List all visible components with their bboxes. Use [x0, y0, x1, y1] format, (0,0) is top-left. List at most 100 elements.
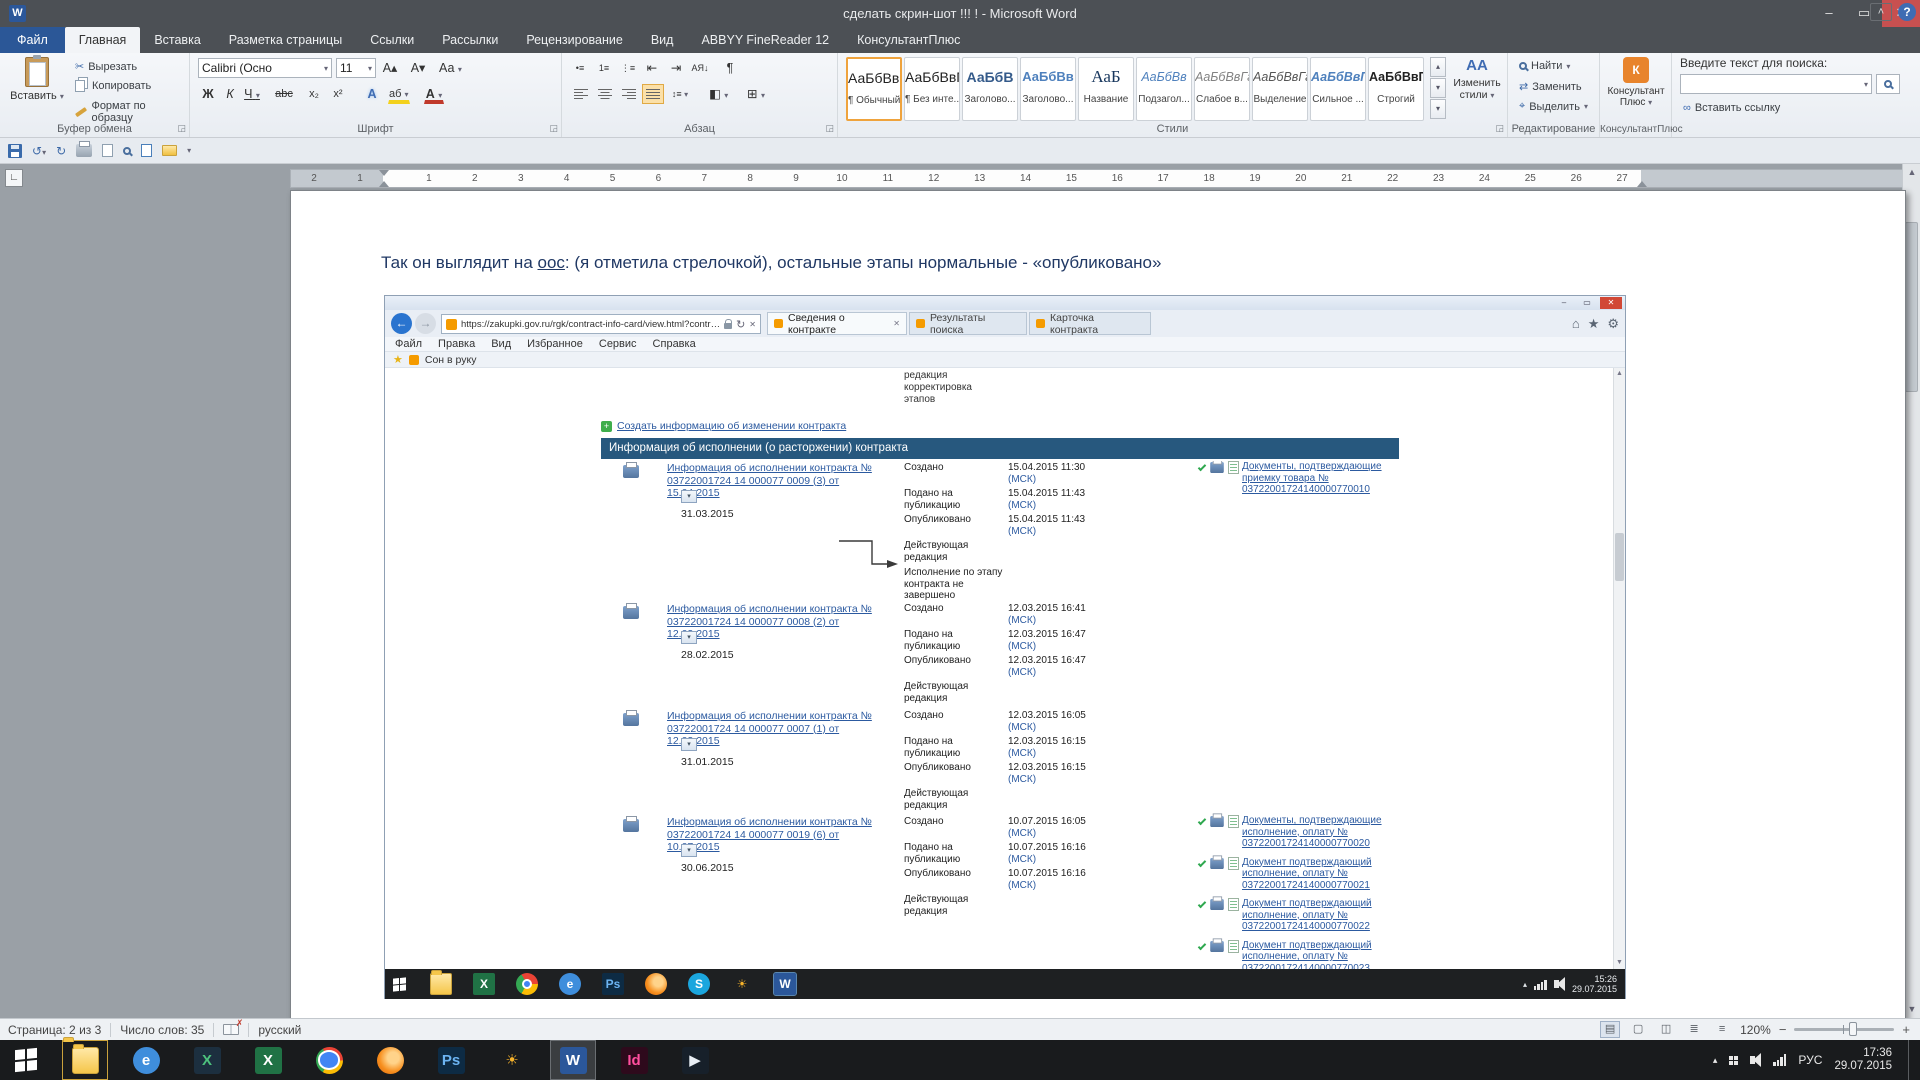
- menu-item[interactable]: Справка: [653, 338, 696, 350]
- consultant-search-combo[interactable]: ▾: [1680, 74, 1872, 94]
- bold-button[interactable]: Ж: [198, 84, 218, 104]
- undo-button[interactable]: ↺▾: [32, 144, 46, 158]
- consultant-search-input[interactable]: [1684, 77, 1844, 91]
- format-painter-button[interactable]: Формат по образцу: [72, 99, 189, 125]
- menu-item[interactable]: Файл: [395, 338, 422, 350]
- dialog-launcher[interactable]: ◲: [825, 123, 834, 134]
- execution-info-link[interactable]: Информация об исполнении контракта № 037…: [667, 603, 877, 641]
- dialog-launcher[interactable]: ◲: [1495, 123, 1504, 134]
- document-link[interactable]: Документы, подтверждающие приемку товара…: [1242, 461, 1399, 496]
- internet-explorer[interactable]: e: [123, 1040, 169, 1080]
- gallery-up-button[interactable]: ▴: [1430, 57, 1446, 77]
- sort-button[interactable]: АЯ↓: [690, 58, 710, 78]
- highlight-color-button[interactable]: аб ▾: [388, 84, 410, 104]
- help-icon[interactable]: ?: [1898, 3, 1916, 21]
- open-button[interactable]: [162, 145, 177, 156]
- print-icon[interactable]: [1210, 857, 1224, 868]
- action-center-icon[interactable]: [1729, 1056, 1738, 1065]
- create-contract-change-link[interactable]: Создать информацию об изменении контракт…: [617, 420, 846, 432]
- scrollbar-thumb[interactable]: [1905, 222, 1918, 392]
- browser-scrollbar[interactable]: ▲ ▼: [1613, 368, 1625, 969]
- replace-button[interactable]: ⇄Заменить: [1516, 79, 1585, 94]
- copy-button[interactable]: Копировать: [72, 79, 154, 93]
- view-print-layout[interactable]: ▤: [1600, 1021, 1620, 1038]
- bullets-button[interactable]: •≡: [570, 58, 590, 78]
- shading-button[interactable]: ◧ ▾: [708, 84, 729, 104]
- italic-button[interactable]: К: [220, 84, 240, 104]
- menu-item[interactable]: Вид: [491, 338, 511, 350]
- expand-dropdown[interactable]: ▾: [681, 631, 697, 644]
- browser-tab[interactable]: Результаты поиска: [909, 312, 1027, 335]
- ribbon-tab[interactable]: КонсультантПлюс: [843, 27, 974, 53]
- ribbon-tab[interactable]: Вставка: [140, 27, 214, 53]
- weather-sun[interactable]: ☀: [489, 1040, 535, 1080]
- line-spacing-button[interactable]: ↕≡ ▾: [670, 84, 690, 104]
- browser-tab-active[interactable]: Сведения о контракте✕: [767, 312, 907, 335]
- document-link[interactable]: Документы, подтверждающие исполнение, оп…: [1242, 815, 1399, 850]
- minimize-button[interactable]: –: [1812, 0, 1846, 27]
- language-indicator[interactable]: РУС: [1798, 1053, 1822, 1067]
- grow-font-button[interactable]: А▴: [380, 58, 400, 78]
- start-button[interactable]: [0, 1040, 52, 1080]
- skype[interactable]: S: [688, 973, 710, 995]
- menu-item[interactable]: Избранное: [527, 338, 583, 350]
- excel-window[interactable]: X: [184, 1040, 230, 1080]
- right-indent-marker[interactable]: [1637, 181, 1647, 187]
- underline-button[interactable]: Ч ▾: [242, 84, 262, 104]
- start-button[interactable]: [393, 977, 406, 991]
- font-color-button[interactable]: А ▾: [424, 84, 444, 104]
- execution-info-link[interactable]: Информация об исполнении контракта № 037…: [667, 462, 877, 500]
- excel[interactable]: X: [245, 1040, 291, 1080]
- close-tab-icon[interactable]: ✕: [893, 319, 900, 328]
- zoom-level[interactable]: 120%: [1740, 1023, 1771, 1037]
- network-icon[interactable]: [1534, 979, 1547, 990]
- excel[interactable]: X: [473, 973, 495, 995]
- word-count[interactable]: Число слов: 35: [120, 1023, 204, 1037]
- align-center-button[interactable]: [594, 84, 616, 104]
- expand-dropdown[interactable]: ▾: [681, 738, 697, 751]
- print-icon[interactable]: [623, 606, 639, 619]
- text-effects-button[interactable]: А: [362, 84, 382, 104]
- numbering-button[interactable]: 1≡: [594, 58, 614, 78]
- increase-indent-button[interactable]: ⇥: [666, 58, 686, 78]
- speaker-icon[interactable]: [1750, 1056, 1755, 1064]
- proofing-icon[interactable]: [223, 1024, 239, 1035]
- find-button[interactable]: Найти▾: [1516, 59, 1573, 73]
- execution-info-link[interactable]: Информация об исполнении контракта № 037…: [667, 710, 877, 748]
- file-explorer[interactable]: [62, 1040, 108, 1080]
- ribbon-tab[interactable]: Файл: [0, 27, 65, 53]
- view-outline[interactable]: ≣: [1684, 1021, 1704, 1038]
- borders-button[interactable]: ⊞ ▾: [746, 84, 766, 104]
- show-marks-button[interactable]: ¶: [720, 58, 740, 78]
- save-button[interactable]: [8, 144, 22, 158]
- first-line-indent-marker[interactable]: [379, 170, 389, 176]
- superscript-button[interactable]: x²: [328, 84, 348, 104]
- cut-button[interactable]: ✂Вырезать: [72, 59, 140, 74]
- customize-qat-button[interactable]: ▾: [187, 146, 191, 155]
- paste-button[interactable]: Вставить ▾: [8, 57, 66, 127]
- document-icon[interactable]: [1228, 940, 1239, 953]
- browser-minimize-button[interactable]: –: [1553, 297, 1575, 309]
- document-icon[interactable]: [1228, 461, 1239, 474]
- new-document-button[interactable]: [141, 144, 152, 157]
- stop-icon[interactable]: ✕: [749, 320, 756, 329]
- menu-item[interactable]: Правка: [438, 338, 475, 350]
- print-icon[interactable]: [1210, 899, 1224, 910]
- speaker-icon[interactable]: [1554, 980, 1559, 988]
- style-item[interactable]: АаБбВ Заголово...: [962, 57, 1018, 121]
- chrome[interactable]: [516, 973, 538, 995]
- document-link[interactable]: Документ подтверждающий исполнение, опла…: [1242, 857, 1399, 892]
- internet-explorer[interactable]: e: [559, 973, 581, 995]
- media-player[interactable]: ▶: [672, 1040, 718, 1080]
- font-family-combo[interactable]: Calibri (Осно▾: [198, 58, 332, 78]
- photoshop[interactable]: Ps: [428, 1040, 474, 1080]
- zoom-out-button[interactable]: −: [1779, 1022, 1787, 1037]
- browser-tab[interactable]: Карточка контракта: [1029, 312, 1151, 335]
- align-right-button[interactable]: [618, 84, 640, 104]
- expand-dropdown[interactable]: ▾: [681, 490, 697, 503]
- print-preview-button[interactable]: [102, 144, 113, 157]
- search-go-button[interactable]: [1876, 74, 1900, 94]
- change-styles-button[interactable]: АА Изменить стили ▾: [1450, 57, 1504, 121]
- forward-button[interactable]: →: [415, 313, 436, 334]
- decrease-indent-button[interactable]: ⇤: [642, 58, 662, 78]
